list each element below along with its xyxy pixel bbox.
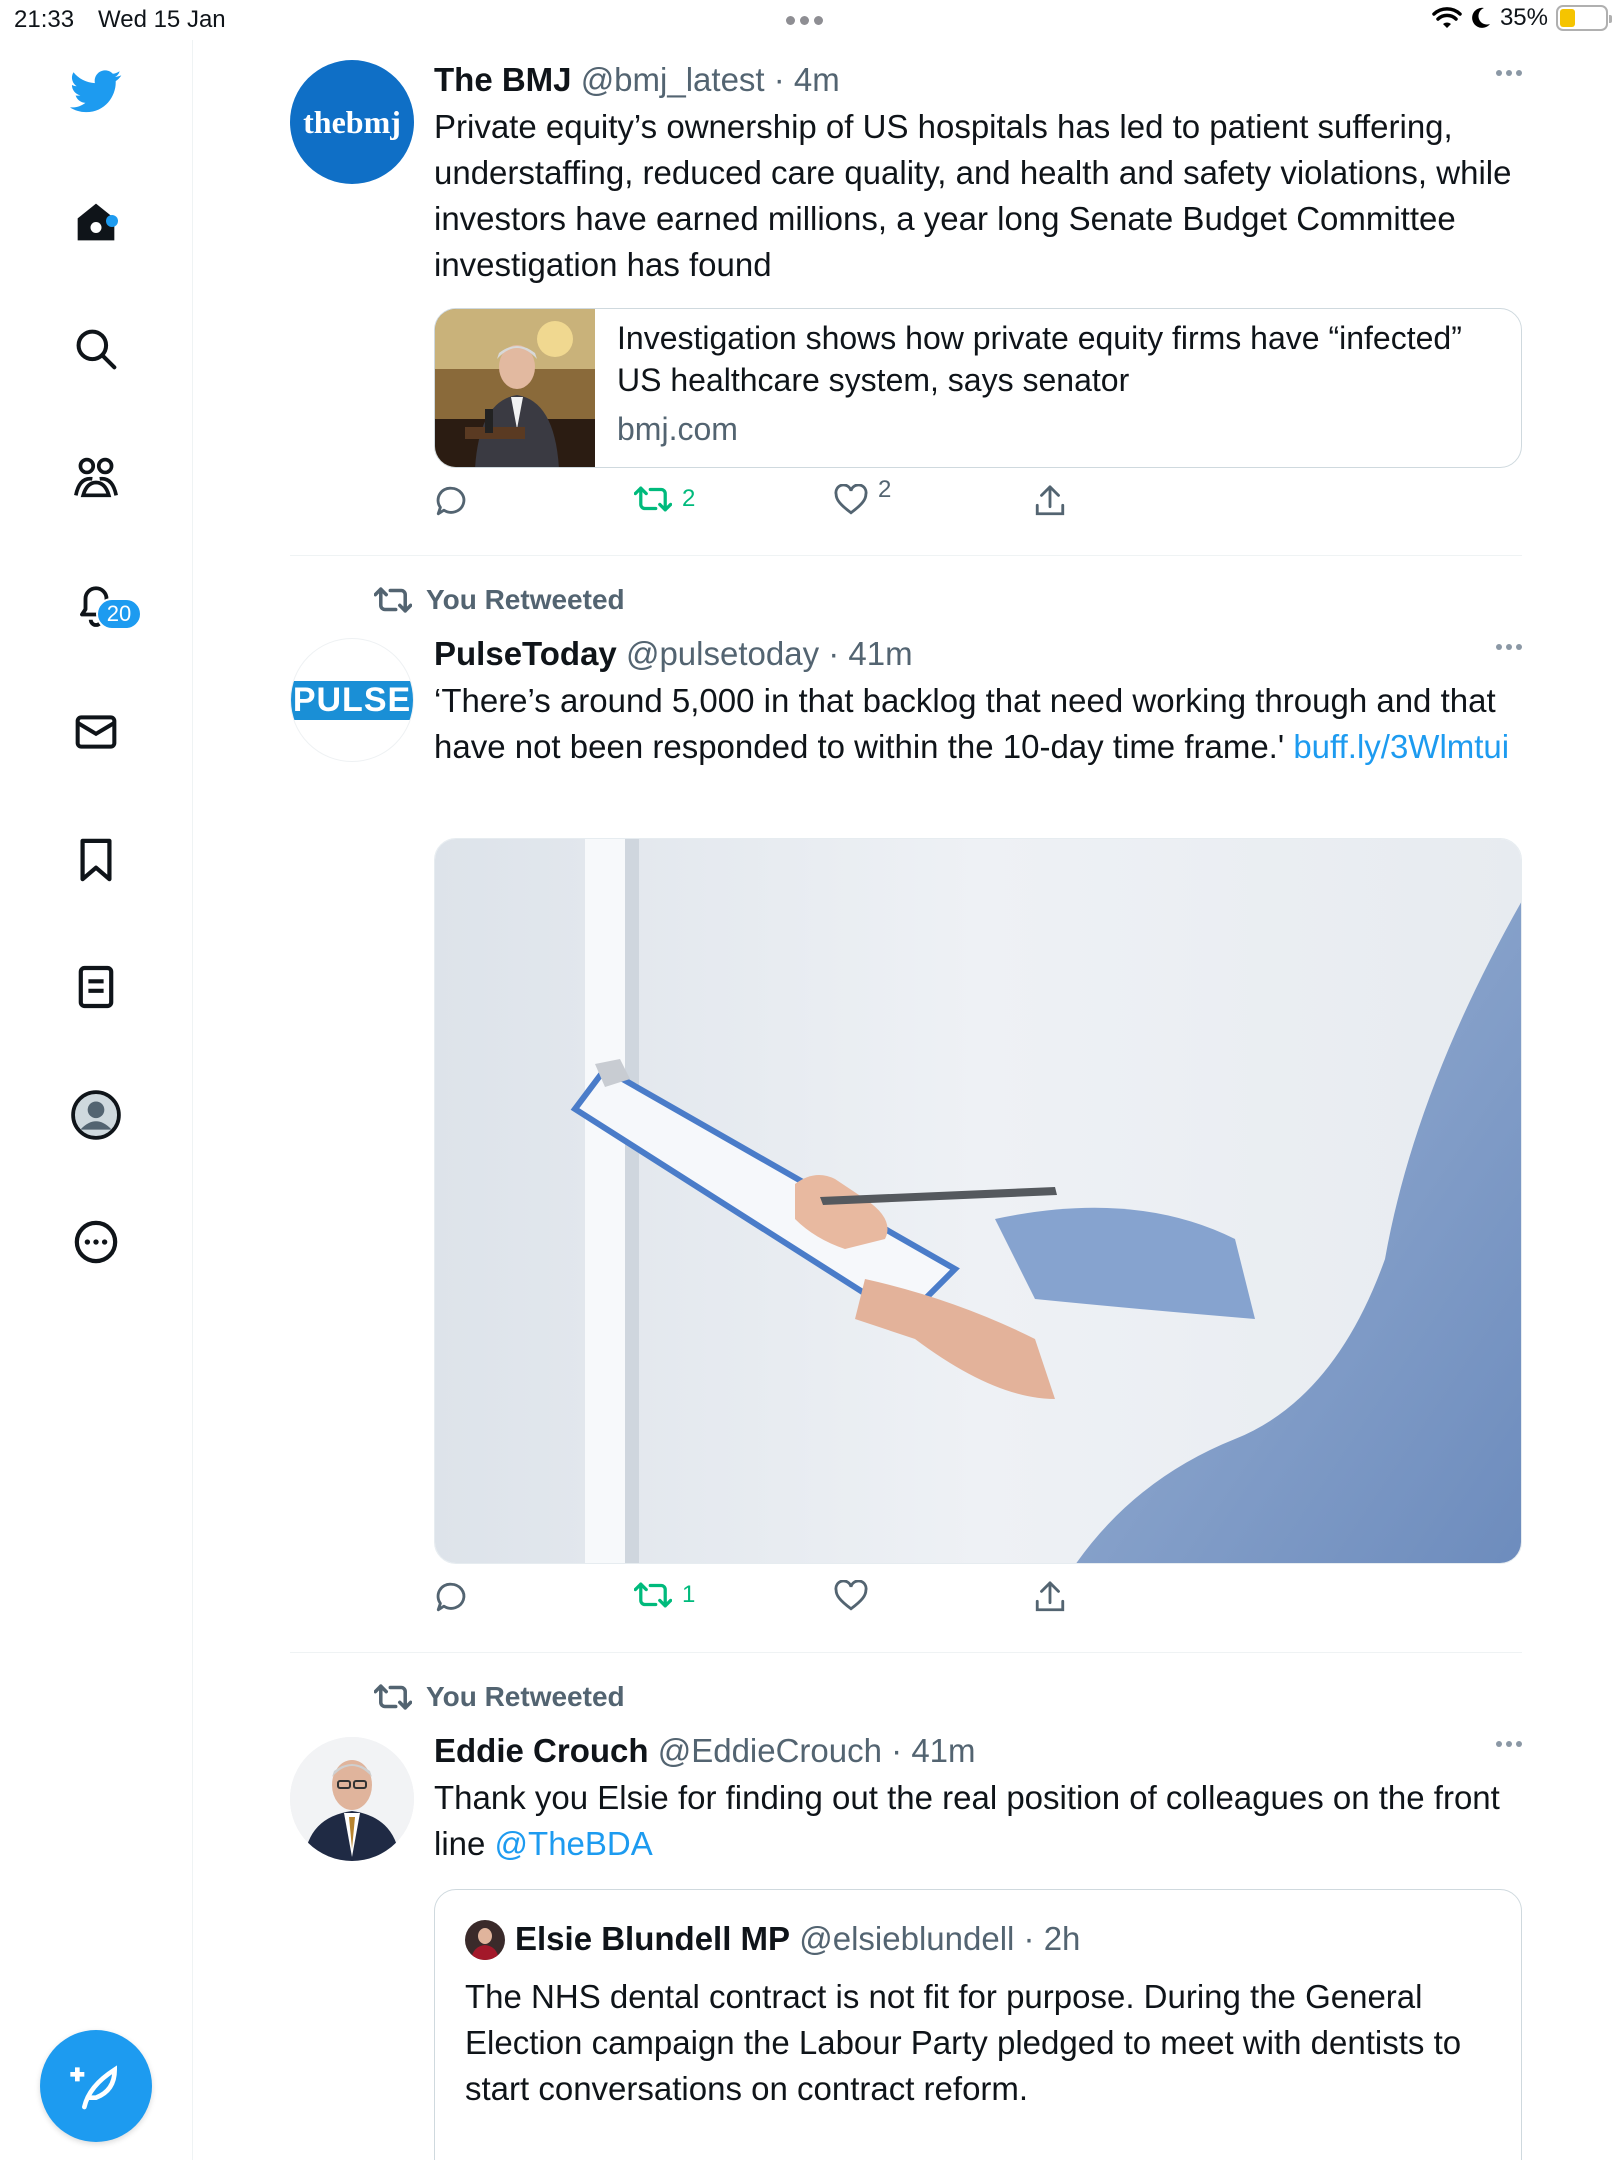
tweet-text: ‘There’s around 5,000 in that backlog th… xyxy=(434,682,1510,765)
retweet-button[interactable]: 1 xyxy=(634,1580,695,1610)
retweeted-by-label: You Retweeted xyxy=(374,1681,625,1713)
status-indicators: 35% xyxy=(1432,4,1612,32)
retweet-button[interactable]: 2 xyxy=(634,484,695,514)
battery-icon xyxy=(1556,5,1612,31)
tweet-photo[interactable] xyxy=(434,838,1522,1564)
reply-button[interactable] xyxy=(434,484,468,518)
notifications-badge: 20 xyxy=(96,598,142,630)
tweet-divider xyxy=(290,1652,1522,1653)
tweet-text: Thank you Elsie for finding out the real… xyxy=(434,1779,1500,1862)
retweeted-by-label: You Retweeted xyxy=(374,584,625,616)
author-handle[interactable]: @bmj_latest xyxy=(581,61,765,98)
elsie-blundell-avatar[interactable] xyxy=(465,1920,505,1960)
tweet-text: Private equity’s ownership of US hospita… xyxy=(434,108,1512,283)
author-name[interactable]: PulseToday xyxy=(434,635,617,672)
like-count: 2 xyxy=(878,476,892,503)
retweet-count: 2 xyxy=(682,485,696,512)
tweet-actions: 1 xyxy=(434,1580,1134,1624)
bmj-logo-text: thebmj xyxy=(303,103,401,140)
more-dots-icon[interactable] xyxy=(1496,644,1522,650)
messages-icon[interactable] xyxy=(70,706,122,758)
home-unread-dot xyxy=(106,215,118,227)
heart-icon xyxy=(834,1580,868,1611)
tweet[interactable]: Eddie Crouch @EddieCrouch · 41m Thank yo… xyxy=(290,1731,1522,2160)
tweet[interactable]: PULSE PulseToday @pulsetoday · 41m ‘Ther… xyxy=(290,634,1522,1614)
more-dots-icon[interactable] xyxy=(1496,1741,1522,1747)
reply-icon xyxy=(436,486,466,516)
sidebar: 20 xyxy=(0,40,193,2160)
pulse-avatar[interactable]: PULSE xyxy=(290,638,414,762)
battery-percent: 35% xyxy=(1499,4,1548,31)
share-icon xyxy=(1035,485,1065,516)
communities-icon[interactable] xyxy=(70,451,122,503)
multitasking-dots-icon[interactable] xyxy=(786,16,823,25)
twitter-logo-icon[interactable] xyxy=(70,66,122,118)
retweet-icon xyxy=(634,1582,672,1608)
author-name[interactable]: The BMJ xyxy=(434,61,572,98)
more-options-icon[interactable] xyxy=(70,1216,122,1268)
tweet-actions: 2 2 xyxy=(434,476,1134,528)
more-dots-icon[interactable] xyxy=(1496,70,1522,76)
quoted-tweet[interactable]: Elsie Blundell MP @elsieblundell · 2h Th… xyxy=(434,1889,1522,2160)
quoted-author-handle[interactable]: @elsieblundell xyxy=(799,1920,1014,1957)
status-bar: 21:33 Wed 15 Jan 35% xyxy=(0,0,1620,40)
quoted-tweet-text: The NHS dental contract is not fit for p… xyxy=(465,1978,1462,2107)
status-time: 21:33 xyxy=(14,6,75,33)
bookmarks-icon[interactable] xyxy=(70,834,122,886)
tweet-time[interactable]: 4m xyxy=(794,61,840,98)
pulse-logo-text: PULSE xyxy=(291,680,413,720)
share-button[interactable] xyxy=(1034,484,1066,518)
share-icon xyxy=(1035,1581,1065,1612)
mention-link[interactable]: @TheBDA xyxy=(495,1825,653,1862)
author-name[interactable]: Eddie Crouch xyxy=(434,1732,649,1769)
wifi-icon xyxy=(1432,7,1462,28)
lists-icon[interactable] xyxy=(70,961,122,1013)
share-button[interactable] xyxy=(1034,1580,1066,1614)
author-handle[interactable]: @EddieCrouch xyxy=(658,1732,882,1769)
compose-feather-icon xyxy=(70,2065,118,2110)
status-date: Wed 15 Jan xyxy=(98,6,226,33)
tweet-header: Eddie Crouch @EddieCrouch · 41m xyxy=(434,1732,976,1769)
moon-icon xyxy=(1472,7,1490,28)
card-title: Investigation shows how private equity f… xyxy=(617,320,1462,398)
clipboard-photo xyxy=(435,839,1521,1563)
tweet-link[interactable]: buff.ly/3Wlmtui xyxy=(1293,728,1509,765)
heart-icon xyxy=(834,484,868,515)
tweet-header: PulseToday @pulsetoday · 41m xyxy=(434,635,913,672)
retweet-icon xyxy=(374,1684,412,1710)
like-button[interactable] xyxy=(834,1580,868,1612)
tweet-header: The BMJ @bmj_latest · 4m xyxy=(434,61,840,98)
senator-photo xyxy=(435,309,595,467)
retweet-count: 1 xyxy=(682,1581,696,1608)
eddie-crouch-avatar[interactable] xyxy=(290,1737,414,1861)
tweet-divider xyxy=(290,555,1522,556)
tweet[interactable]: thebmj The BMJ @bmj_latest · 4m Private … xyxy=(290,60,1522,540)
tweet-time[interactable]: 41m xyxy=(911,1732,975,1769)
retweet-icon xyxy=(374,587,412,613)
retweet-icon xyxy=(634,486,672,512)
quoted-tweet-header: Elsie Blundell MP @elsieblundell · 2h xyxy=(515,1920,1081,1957)
bmj-avatar[interactable]: thebmj xyxy=(290,60,414,184)
reply-button[interactable] xyxy=(434,1580,468,1614)
like-button[interactable]: 2 xyxy=(834,476,891,516)
tweet-time[interactable]: 41m xyxy=(848,635,912,672)
quoted-tweet-time[interactable]: 2h xyxy=(1044,1920,1081,1957)
link-card[interactable]: Investigation shows how private equity f… xyxy=(434,308,1522,468)
compose-tweet-button[interactable] xyxy=(40,2030,152,2142)
author-handle[interactable]: @pulsetoday xyxy=(626,635,819,672)
search-icon[interactable] xyxy=(70,323,122,375)
profile-avatar-icon[interactable] xyxy=(70,1089,122,1141)
reply-icon xyxy=(436,1582,466,1612)
quoted-author-name[interactable]: Elsie Blundell MP xyxy=(515,1920,790,1957)
card-domain: bmj.com xyxy=(617,411,738,447)
